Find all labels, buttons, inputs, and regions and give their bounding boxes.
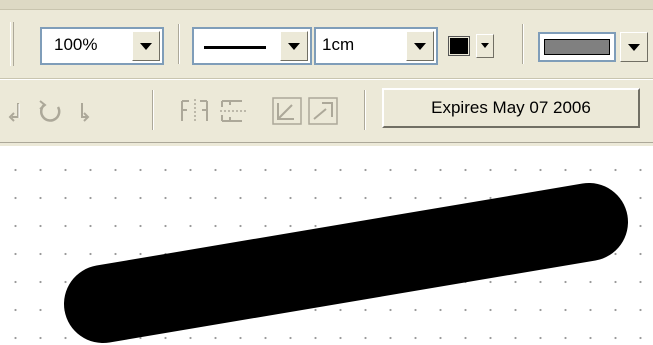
toolbar-separator: [522, 24, 524, 64]
zoom-dropdown-button[interactable]: [132, 31, 160, 61]
align-right-icon[interactable]: [306, 95, 340, 127]
chevron-down-icon: [288, 43, 300, 50]
fill-color-swatch: [544, 39, 610, 55]
toolbar-area: 100% 1cm Expires May 07 2006: [0, 0, 653, 146]
line-color-picker[interactable]: [444, 28, 506, 64]
toolbar-row-transform: Expires May 07 2006: [0, 80, 653, 142]
rotate-left-icon[interactable]: [2, 95, 32, 127]
toolbar-separator: [364, 90, 366, 130]
chevron-down-icon: [414, 43, 426, 50]
line-width-dropdown-button[interactable]: [406, 31, 434, 61]
thick-line-shape[interactable]: [64, 183, 628, 343]
solid-line-icon: [204, 46, 266, 49]
line-style-dropdown-button[interactable]: [280, 31, 308, 61]
line-color-dropdown-button[interactable]: [476, 34, 494, 58]
chevron-down-icon: [628, 44, 640, 51]
fill-color-picker[interactable]: [534, 28, 653, 64]
flip-vertical-icon[interactable]: [216, 95, 250, 127]
line-width-combo[interactable]: 1cm: [314, 27, 438, 65]
toolbar-separator: [178, 24, 180, 64]
line-width-value: 1cm: [322, 35, 355, 54]
rotate-icon[interactable]: [32, 95, 70, 127]
zoom-combo[interactable]: 100%: [40, 27, 164, 65]
fill-color-frame: [538, 32, 616, 62]
flip-horizontal-icon[interactable]: [178, 95, 212, 127]
rotate-right-icon[interactable]: [70, 95, 102, 127]
align-left-icon[interactable]: [270, 95, 304, 127]
line-color-swatch: [448, 36, 470, 56]
drawing-canvas[interactable]: [0, 146, 653, 345]
toolbar-separator: [152, 90, 154, 130]
canvas-drawing: [64, 183, 628, 343]
zoom-value: 100%: [54, 35, 98, 54]
line-style-combo[interactable]: [192, 27, 312, 65]
license-expiry-button[interactable]: Expires May 07 2006: [382, 88, 640, 128]
toolbar-top-edge: [0, 0, 653, 10]
chevron-down-icon: [140, 43, 152, 50]
chevron-down-icon: [481, 43, 489, 48]
fill-color-dropdown-button[interactable]: [620, 32, 648, 62]
toolbar-row-format: 100% 1cm: [0, 10, 653, 78]
toolbar-grip[interactable]: [10, 22, 14, 66]
